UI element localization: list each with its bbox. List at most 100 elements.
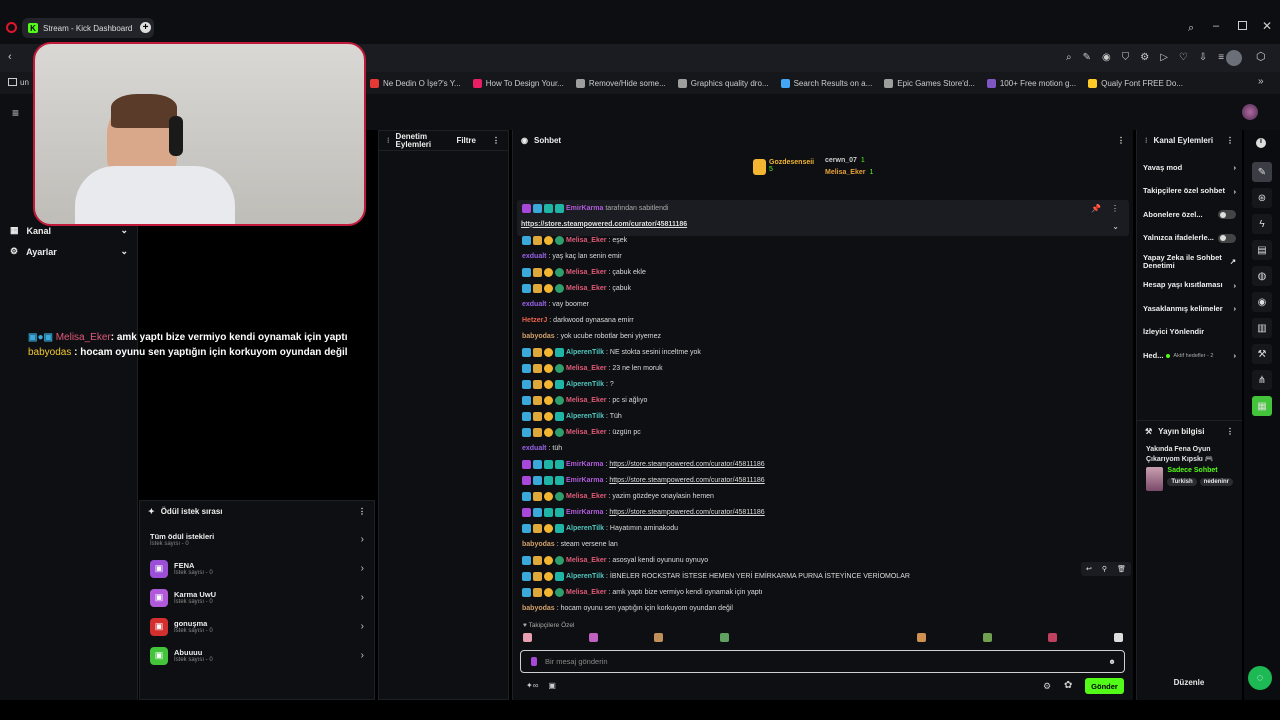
chat-message[interactable]: exdualt: vay boomer: [513, 296, 1134, 312]
chat-message[interactable]: exdualt: tüh: [513, 440, 1134, 456]
top-gifter[interactable]: Gozdesenseii 5: [753, 159, 814, 175]
chat-message[interactable]: babyodas: yok ucube robotlar beni yiyeme…: [513, 328, 1134, 344]
chat-message[interactable]: Melisa_Eker: asosyal kendi oyununu oynuy…: [513, 552, 1134, 568]
chat-message[interactable]: babyodas: hocam oyunu sen yaptığın için …: [513, 600, 1134, 616]
camera-icon[interactable]: ◉: [1102, 52, 1111, 63]
toggle-switch[interactable]: [1218, 210, 1236, 220]
all-rewards-item[interactable]: Tüm ödül istekleri İstek sayısı - 0 ›: [140, 525, 374, 554]
chat-message[interactable]: EmirKarma: https://store.steampowered.com…: [513, 456, 1134, 472]
edit-button[interactable]: Düzenle: [1149, 678, 1229, 687]
chat-message[interactable]: Melisa_Eker: yazim gözdeye onaylasin hem…: [513, 488, 1134, 504]
browser-tab[interactable]: K Stream - Kick Dashboard: [22, 18, 154, 38]
chat-username[interactable]: Melisa_Eker: [566, 237, 606, 244]
bookmark-item[interactable]: Epic Games Store'd...: [884, 78, 975, 88]
top-gifter[interactable]: cerwn_07 1: [825, 157, 865, 164]
channel-option[interactable]: Abonelere özel...: [1137, 203, 1242, 227]
chat-message[interactable]: exdualt: yaş kaç lan senin emir: [513, 248, 1134, 264]
chat-username[interactable]: AlperenTilk: [566, 349, 604, 356]
pin-icon[interactable]: ⚲: [1102, 565, 1107, 573]
chat-message[interactable]: Melisa_Eker: çabuk: [513, 280, 1134, 296]
more-options-icon[interactable]: ⋮: [1226, 427, 1234, 436]
chat-username[interactable]: Melisa_Eker: [566, 285, 606, 292]
emote-icon[interactable]: [654, 633, 664, 642]
drag-handle-icon[interactable]: ⁝: [387, 136, 390, 145]
points-icon[interactable]: ✦∞: [526, 681, 538, 690]
chat-message[interactable]: AlperenTilk: NE stokta sesini inceltme y…: [513, 344, 1134, 360]
drag-handle-icon[interactable]: ⁝: [1145, 136, 1148, 145]
chat-message[interactable]: Melisa_Eker: üzgün pc: [513, 424, 1134, 440]
pinned-by-user[interactable]: EmirKarma: [566, 205, 603, 212]
bookmark-item[interactable]: Search Results on a...: [780, 78, 872, 88]
chat-username[interactable]: babyodas: [522, 605, 555, 612]
chat-settings-icon[interactable]: ⚙: [1043, 681, 1051, 692]
more-options-icon[interactable]: ⋮: [1226, 136, 1234, 145]
chat-message[interactable]: AlperenTilk: ?: [513, 376, 1134, 392]
channel-option[interactable]: Yalnızca ifadelerle...: [1137, 227, 1242, 251]
emote-icon[interactable]: [982, 633, 992, 642]
chat-username[interactable]: exdualt: [522, 301, 547, 308]
zoom-icon[interactable]: ⌕: [1066, 52, 1072, 63]
emote-icon[interactable]: [523, 633, 532, 642]
wrench-icon[interactable]: ⚒: [1252, 344, 1272, 364]
menu-icon[interactable]: ≡: [1218, 52, 1224, 63]
stream-tag[interactable]: Turkish: [1167, 478, 1197, 486]
help-chat-button[interactable]: ◌: [1248, 666, 1272, 690]
emoji-icon[interactable]: ☻: [1108, 657, 1116, 666]
lightning-icon[interactable]: ϟ: [1252, 214, 1272, 234]
pin-icon[interactable]: 📌: [1091, 204, 1101, 213]
chat-message[interactable]: babyodas: steam versene lan: [513, 536, 1134, 552]
chat-username[interactable]: Melisa_Eker: [566, 397, 606, 404]
channel-option[interactable]: Hesap yaşı kısıtlaması ›: [1137, 274, 1242, 298]
reward-item[interactable]: ▣ Abuuuu İstek sayısı - 0 ›: [140, 641, 374, 670]
info-icon[interactable]: i: [1256, 138, 1266, 148]
edit-icon[interactable]: ✎: [1252, 162, 1272, 182]
delete-icon[interactable]: 🗑: [1117, 565, 1126, 573]
settings-icon[interactable]: ⚙: [1140, 52, 1149, 63]
play-icon[interactable]: ▷: [1160, 52, 1168, 63]
emote-icon[interactable]: [1048, 633, 1058, 642]
channel-option[interactable]: Yasaklanmış kelimeler ›: [1137, 297, 1242, 321]
send-button[interactable]: Gönder: [1085, 678, 1124, 694]
profile-avatar[interactable]: [1226, 50, 1242, 66]
channel-option[interactable]: İzleyici Yönlendir: [1137, 321, 1242, 345]
chat-link[interactable]: https://store.steampowered.com/curator/4…: [609, 509, 764, 516]
chat-message[interactable]: Melisa_Eker: pc si ağlıyo: [513, 392, 1134, 408]
chat-message[interactable]: Melisa_Eker: 23 ne len moruk: [513, 360, 1134, 376]
chat-username[interactable]: AlperenTilk: [566, 525, 604, 532]
stream-category[interactable]: Sadece Sohbet: [1167, 467, 1233, 474]
edit-icon[interactable]: ✎: [1083, 52, 1091, 63]
chat-bubble-icon[interactable]: ◍: [1252, 266, 1272, 286]
more-options-icon[interactable]: ⋮: [1111, 204, 1119, 213]
chat-message[interactable]: AlperenTilk: İBNELER ROCKSTAR İSTESE HEM…: [513, 568, 1134, 584]
chat-message[interactable]: AlperenTilk: Hayatımın aminakodu: [513, 520, 1134, 536]
green-widget-icon[interactable]: ▦: [1252, 396, 1272, 416]
bookmark-item[interactable]: Ne Dedin O İşe?'s Y...: [370, 78, 461, 88]
nav-item-ayarlar[interactable]: ⚙ Ayarlar ⌄: [0, 241, 138, 262]
heart-icon[interactable]: ♡: [1179, 52, 1188, 63]
user-avatar[interactable]: [1242, 104, 1258, 120]
target-icon[interactable]: ⊛: [1252, 188, 1272, 208]
chat-username[interactable]: AlperenTilk: [566, 573, 604, 580]
bookmark-item[interactable]: Qualy Font FREE Do...: [1088, 78, 1183, 88]
reward-item[interactable]: ▣ FENA İstek sayısı - 0 ›: [140, 554, 374, 583]
chat-username[interactable]: Melisa_Eker: [566, 429, 606, 436]
search-tabs-icon[interactable]: ⌕: [1188, 22, 1194, 35]
extensions-icon[interactable]: ⬡: [1256, 50, 1266, 63]
chat-username[interactable]: EmirKarma: [566, 461, 603, 468]
bookmark-folder-icon[interactable]: [8, 78, 17, 86]
emote-icon[interactable]: [916, 633, 926, 642]
chat-username[interactable]: babyodas: [522, 541, 555, 548]
more-options-icon[interactable]: ⋮: [358, 507, 366, 516]
chat-username[interactable]: AlperenTilk: [566, 413, 604, 420]
download-icon[interactable]: ⇩: [1199, 52, 1207, 63]
chat-username[interactable]: Melisa_Eker: [566, 269, 606, 276]
chat-message[interactable]: EmirKarma: https://store.steampowered.com…: [513, 472, 1134, 488]
shield-icon[interactable]: ⛉: [1122, 52, 1130, 63]
stream-tag[interactable]: nedeninr: [1199, 478, 1233, 486]
channel-option[interactable]: Yapay Zeka ile Sohbet Denetimi ↗: [1137, 250, 1242, 274]
chat-message[interactable]: Melisa_Eker: amk yaptı bize vermiyo kend…: [513, 584, 1134, 600]
share-icon[interactable]: ⋔: [1252, 370, 1272, 390]
emote-icon[interactable]: [588, 633, 598, 642]
bookmark-item[interactable]: Graphics quality dro...: [677, 78, 769, 88]
chat-username[interactable]: EmirKarma: [566, 509, 603, 516]
